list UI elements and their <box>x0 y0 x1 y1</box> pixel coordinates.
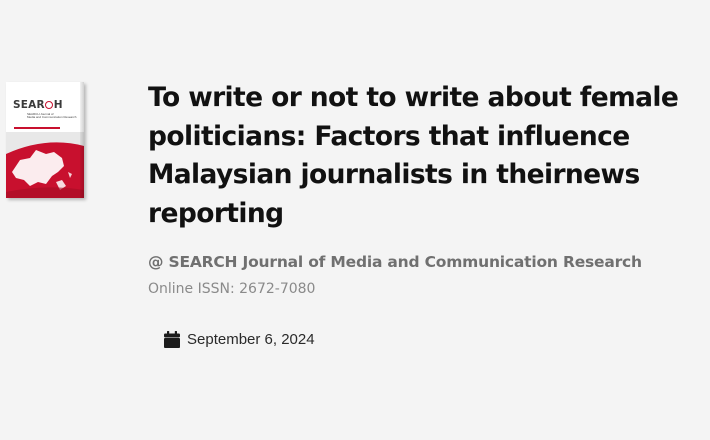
cover-divider <box>14 127 60 129</box>
publish-date: September 6, 2024 <box>164 329 315 349</box>
journal-cover-image[interactable]: SEAR H SEARCH Journal of Media and Communi… <box>6 82 84 198</box>
publish-date-text: September 6, 2024 <box>187 330 315 348</box>
cover-subtitle: SEARCH Journal of Media and Communication… <box>27 112 77 120</box>
issn-label: Online ISSN: 2672-7080 <box>148 281 316 297</box>
cover-brand-logo: SEAR H <box>13 99 63 111</box>
cover-spine <box>80 82 84 198</box>
calendar-icon <box>164 330 180 348</box>
cover-map-artwork <box>6 132 84 198</box>
article-title[interactable]: To write or not to write about female po… <box>148 79 704 233</box>
journal-name[interactable]: @ SEARCH Journal of Media and Communicat… <box>148 253 642 271</box>
